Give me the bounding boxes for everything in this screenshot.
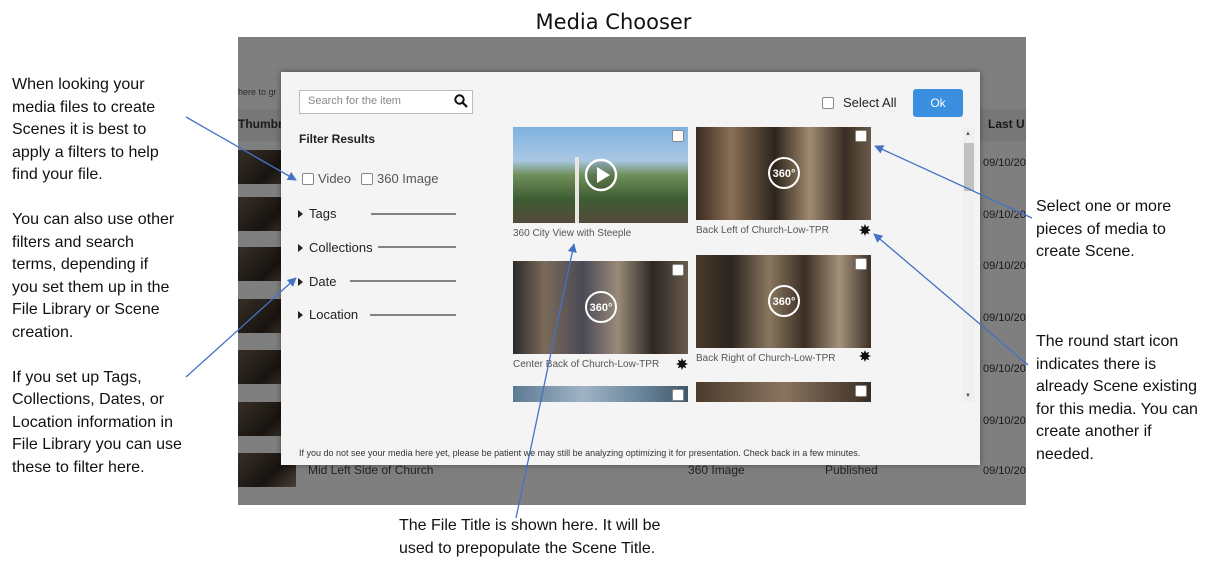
- annotation-line: The File Title is shown here. It will be: [399, 517, 661, 534]
- annotation-line: media files to create: [12, 98, 156, 116]
- annotation-line: create Scene.: [1036, 243, 1135, 260]
- annotation-line: Select one or more: [1036, 198, 1172, 215]
- annotation-spacer: [12, 187, 197, 210]
- file-title-annotation: The File Title is shown here. It will be…: [399, 515, 699, 560]
- annotation-line: used to prepopulate the Scene Title.: [399, 539, 656, 557]
- arrow-to-type-filters: [185, 116, 297, 181]
- annotation-line: create another if: [1036, 423, 1152, 440]
- annotation-line: needed.: [1036, 445, 1094, 463]
- arrow-to-checkbox: [874, 145, 1033, 219]
- annotation-line: apply a filters to help: [12, 143, 159, 161]
- annotation-line: The round start icon: [1036, 333, 1179, 350]
- annotation-line: find your file.: [12, 166, 103, 183]
- annotation-line: you set them up in the: [12, 278, 170, 296]
- left-annotation: When looking your media files to create …: [12, 74, 197, 479]
- annotation-line: indicates there is: [1036, 355, 1157, 373]
- annotation-line: for this media. You can: [1036, 400, 1198, 418]
- annotation-line: If you set up Tags,: [12, 368, 142, 386]
- annotation-line: File Library or Scene: [12, 301, 160, 318]
- annotation-line: Collections, Dates, or: [12, 391, 165, 408]
- scene-icon-annotation: The round start icon indicates there is …: [1036, 331, 1225, 466]
- annotation-spacer: [12, 344, 197, 367]
- arrow-to-file-title: [515, 243, 577, 519]
- annotation-line: Location information in: [12, 413, 173, 431]
- annotation-line: creation.: [12, 323, 74, 341]
- annotation-line: pieces of media to: [1036, 220, 1166, 238]
- arrow-to-scene-badge: [873, 233, 1029, 366]
- annotation-line: File Library you can use: [12, 436, 182, 453]
- annotation-line: filters and search: [12, 233, 134, 251]
- annotation-line: already Scene existing: [1036, 378, 1197, 395]
- arrow-to-filter-groups: [185, 277, 297, 378]
- annotation-line: these to filter here.: [12, 458, 145, 476]
- annotation-line: You can also use other: [12, 211, 175, 228]
- select-media-annotation: Select one or more pieces of media to cr…: [1036, 196, 1221, 264]
- annotation-line: Scenes it is best to: [12, 121, 147, 138]
- annotation-line: terms, depending if: [12, 256, 149, 273]
- annotation-line: When looking your: [12, 76, 145, 93]
